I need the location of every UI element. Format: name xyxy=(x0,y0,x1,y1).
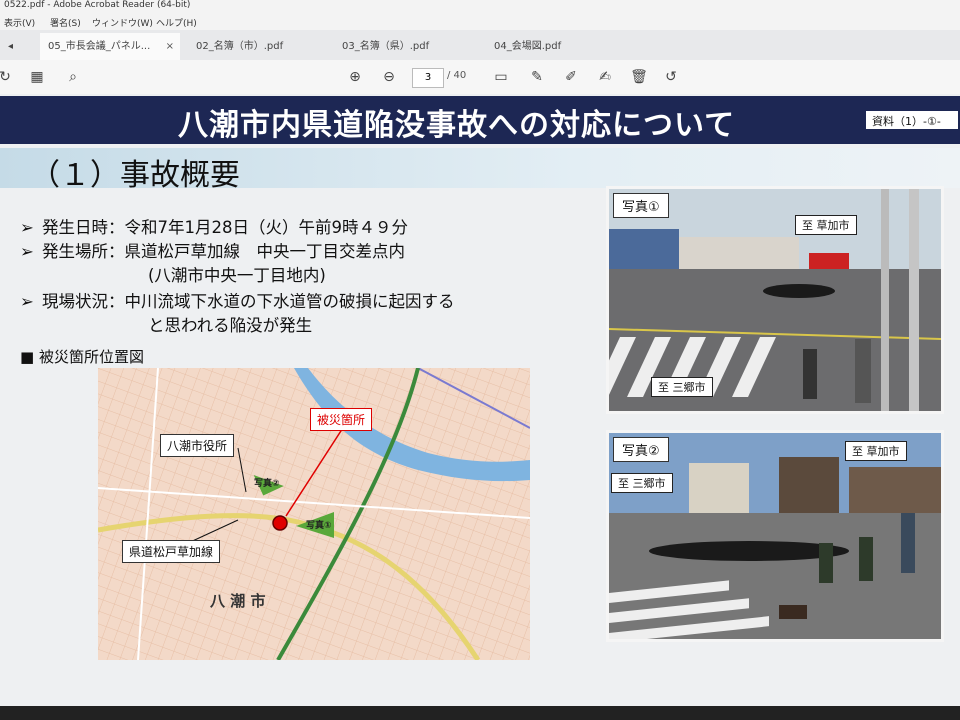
tab-4[interactable]: 04_会場図.pdf xyxy=(486,33,612,60)
rotate-icon[interactable]: ↺ xyxy=(662,68,680,86)
window-title: 0522.pdf - Adobe Acrobat Reader (64-bit) xyxy=(4,0,191,10)
prev-page-icon[interactable]: ⊕ xyxy=(346,68,364,86)
comment-icon[interactable]: ▭ xyxy=(492,68,510,86)
slide-title: 八潮市内県道陥没事故への対応について xyxy=(178,108,736,143)
map-label-city: 八 潮 市 xyxy=(210,592,266,610)
next-page-icon[interactable]: ⊖ xyxy=(380,68,398,86)
section-heading: （１）事故概要 xyxy=(30,158,240,193)
arrow-bullet-icon: ➢ xyxy=(20,242,34,261)
taskbar xyxy=(0,706,960,720)
photo-2-label: 写真② xyxy=(613,437,669,462)
tab-3[interactable]: 03_名簿（県）.pdf xyxy=(334,33,460,60)
menu-sign[interactable]: 署名(S) xyxy=(50,16,81,29)
photo-2-sign-left: 至 三郷市 xyxy=(611,473,673,493)
bullet-status-text: 現場状況：中川流域下水道の下水道管の破損に起因する xyxy=(42,292,455,311)
photo-1-sign-bottom: 至 三郷市 xyxy=(651,377,713,397)
bullet-status: ➢ 現場状況：中川流域下水道の下水道管の破損に起因する xyxy=(20,288,455,312)
tab-1[interactable]: 05_市長会議_パネル... × xyxy=(40,33,180,60)
menu-bar: 表示(V) 署名(S) ウィンドウ(W) ヘルプ(H) xyxy=(0,14,960,30)
tab-2[interactable]: 02_名簿（市）.pdf xyxy=(188,33,314,60)
menu-window[interactable]: ウィンドウ(W) xyxy=(92,16,153,29)
photo-2: 写真② 至 草加市 至 三郷市 xyxy=(606,430,944,642)
menu-view[interactable]: 表示(V) xyxy=(4,16,35,29)
photo-1-sign-top: 至 草加市 xyxy=(795,215,857,235)
page-number-input[interactable]: 3 xyxy=(412,68,444,88)
tab-4-label: 04_会場図.pdf xyxy=(494,41,562,52)
map-label-road: 県道松戸草加線 xyxy=(122,540,221,563)
search-icon[interactable]: ⌕ xyxy=(64,68,82,86)
bullet-location-text: 発生場所：県道松戸草加線 中央一丁目交差点内 xyxy=(42,242,405,261)
photo-1: 写真① 至 草加市 至 三郷市 xyxy=(606,186,944,414)
slide-title-bar: 八潮市内県道陥没事故への対応について 資料（1）-①- xyxy=(0,96,960,144)
window-titlebar: 0522.pdf - Adobe Acrobat Reader (64-bit) xyxy=(0,0,960,14)
menu-help[interactable]: ヘルプ(H) xyxy=(156,16,197,29)
toolbar: ↻ ▦ ⌕ ⊕ ⊖ 3 / 40 ▭ ✎ ✐ ✍ 🗑 ↺ xyxy=(0,60,960,95)
bullet-location-sub: (八潮市中央一丁目地内) xyxy=(148,266,326,285)
close-icon[interactable]: × xyxy=(166,33,174,60)
bullet-date: ➢ 発生日時：令和7年1月28日（火）午前9時４９分 xyxy=(20,214,408,238)
tab-3-label: 03_名簿（県）.pdf xyxy=(342,41,430,52)
photo-1-label: 写真① xyxy=(613,193,669,218)
site-marker-icon xyxy=(272,515,288,531)
draw-icon[interactable]: ✐ xyxy=(562,68,580,86)
section-heading-bar: （１）事故概要 xyxy=(0,148,960,193)
arrow-bullet-icon: ➢ xyxy=(20,218,34,237)
highlight-icon[interactable]: ✎ xyxy=(528,68,546,86)
map-caption: ■ 被災箇所位置図 xyxy=(20,348,144,366)
arrow-bullet-icon: ➢ xyxy=(20,292,34,311)
map-arrow-photo2-label: 写真② xyxy=(254,479,280,489)
photo-2-image xyxy=(609,433,941,639)
tab-2-label: 02_名簿（市）.pdf xyxy=(196,41,284,52)
location-map: 被災箇所 八潮市役所 県道松戸草加線 八 潮 市 写真① 写真② xyxy=(98,368,530,660)
home-tab[interactable]: ◂ xyxy=(0,33,24,60)
print-icon[interactable]: ▦ xyxy=(28,68,46,86)
share-icon[interactable]: ↻ xyxy=(0,68,14,86)
bullet-status-sub: と思われる陥没が発生 xyxy=(148,316,313,335)
edit-text-icon[interactable]: ✍ xyxy=(596,68,614,86)
bullet-location: ➢ 発生場所：県道松戸草加線 中央一丁目交差点内 xyxy=(20,238,405,262)
map-label-city-hall: 八潮市役所 xyxy=(160,434,235,457)
tab-1-label: 05_市長会議_パネル... xyxy=(48,41,151,52)
page-total: / 40 xyxy=(447,70,467,81)
map-arrow-photo1-label: 写真① xyxy=(306,521,332,531)
map-label-site: 被災箇所 xyxy=(310,408,373,431)
photo-2-sign-top: 至 草加市 xyxy=(845,441,907,461)
tab-bar: ◂ 05_市長会議_パネル... × 02_名簿（市）.pdf 03_名簿（県）… xyxy=(0,30,960,60)
bullet-date-text: 発生日時：令和7年1月28日（火）午前9時４９分 xyxy=(42,218,408,237)
document-page: 八潮市内県道陥没事故への対応について 資料（1）-①- （１）事故概要 ➢ 発生日… xyxy=(0,94,960,720)
reference-label: 資料（1）-①- xyxy=(864,109,960,131)
delete-icon[interactable]: 🗑 xyxy=(630,68,648,86)
